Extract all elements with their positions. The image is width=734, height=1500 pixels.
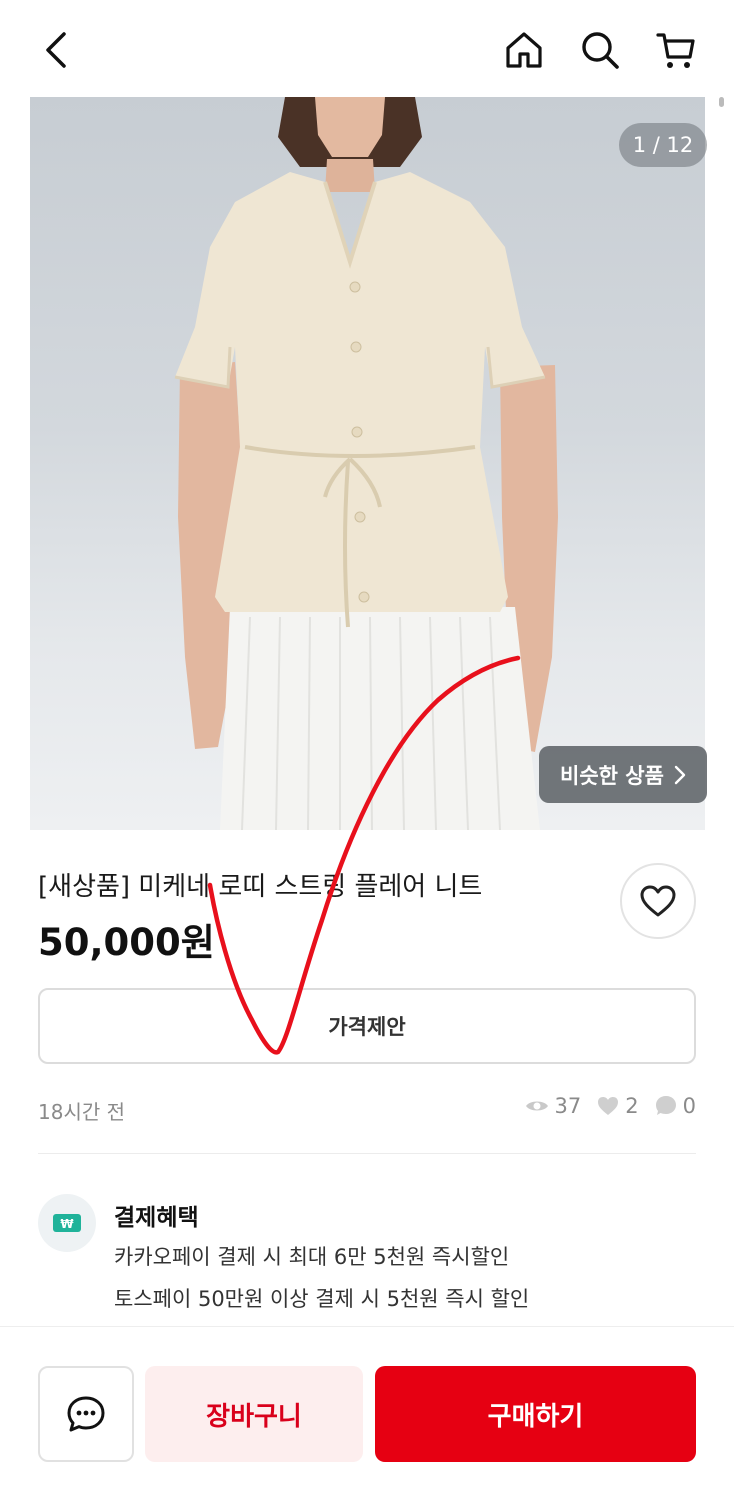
similar-products-label: 비슷한 상품	[560, 763, 664, 788]
likes-count: 2	[625, 1094, 639, 1118]
product-title: [새상품] 미케네 로띠 스트링 플레어 니트	[38, 872, 483, 902]
search-icon	[582, 32, 619, 69]
product-image[interactable]	[30, 97, 705, 830]
product-stats: 37 2 0	[517, 1094, 696, 1118]
benefit-title: 결제혜택	[114, 1205, 199, 1231]
chats-count: 0	[682, 1094, 696, 1118]
posted-time: 18시간 전	[38, 1100, 126, 1124]
chevron-right-icon	[674, 765, 686, 784]
svg-text:₩: ₩	[60, 1217, 74, 1231]
likes-stat: 2	[597, 1094, 639, 1118]
back-button[interactable]	[30, 22, 86, 78]
eye-icon	[525, 1101, 548, 1111]
heart-outline-icon	[640, 885, 676, 917]
model-photo-illustration	[174, 97, 558, 830]
chevron-left-icon	[46, 32, 66, 68]
views-count: 37	[554, 1094, 582, 1118]
search-button[interactable]	[572, 22, 628, 78]
cart-icon	[656, 33, 695, 68]
product-price: 50,000원	[38, 921, 215, 964]
top-bar	[0, 0, 734, 97]
add-to-cart-button[interactable]: 장바구니	[145, 1366, 363, 1462]
views-stat: 37	[525, 1094, 582, 1118]
chat-icon	[655, 1096, 676, 1115]
benefit-line: 토스페이 50만원 이상 결제 시 5천원 즉시 할인	[114, 1287, 530, 1311]
similar-products-button[interactable]: 비슷한 상품	[539, 746, 707, 803]
chats-stat: 0	[655, 1094, 696, 1118]
heart-icon	[598, 1097, 619, 1115]
image-counter: 1 / 12	[619, 123, 707, 167]
chat-bubble-icon	[67, 1396, 105, 1432]
home-button[interactable]	[496, 22, 552, 78]
won-card-icon: ₩	[38, 1194, 96, 1252]
scrollbar-thumb[interactable]	[719, 97, 724, 107]
cart-button[interactable]	[648, 22, 704, 78]
buy-now-button[interactable]: 구매하기	[375, 1366, 696, 1462]
benefit-line: 카카오페이 결제 시 최대 6만 5천원 즉시할인	[114, 1245, 510, 1269]
like-button[interactable]	[620, 863, 696, 939]
home-icon	[506, 32, 542, 68]
chat-button[interactable]	[38, 1366, 134, 1462]
divider	[38, 1153, 696, 1154]
price-offer-button[interactable]: 가격제안	[38, 988, 696, 1064]
